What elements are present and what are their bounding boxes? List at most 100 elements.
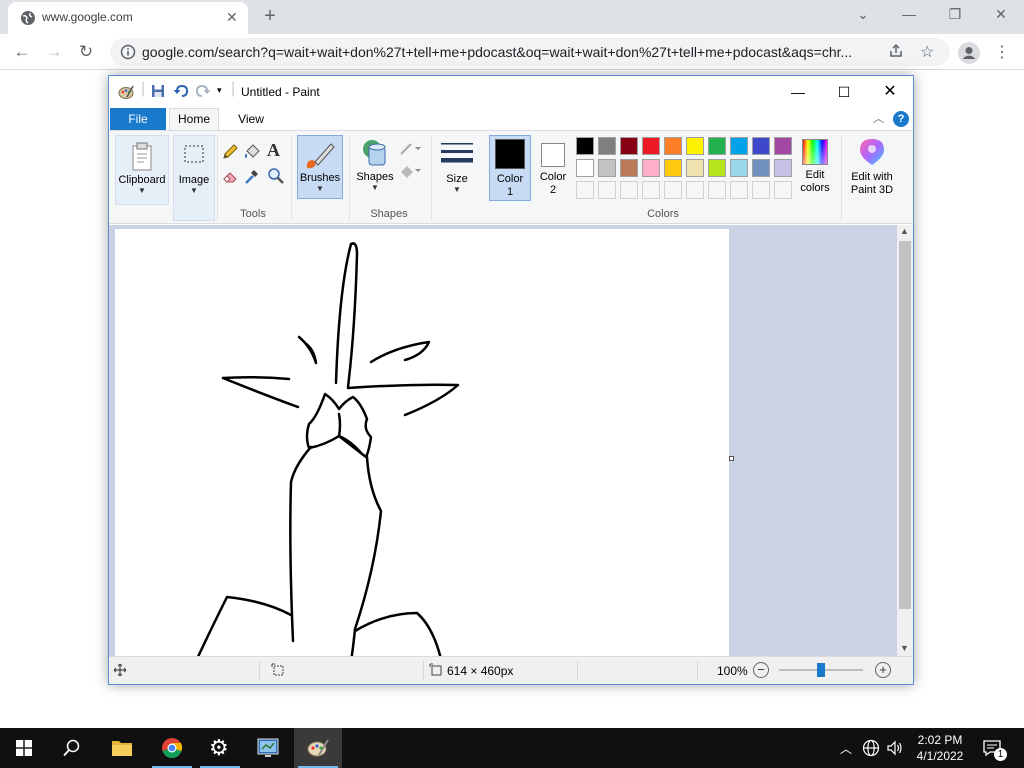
- palette-swatch[interactable]: [576, 137, 594, 155]
- search-button[interactable]: [48, 728, 96, 768]
- settings-taskbar-button[interactable]: ⚙: [196, 728, 244, 768]
- back-icon[interactable]: ←: [10, 41, 34, 65]
- drawing-canvas[interactable]: [115, 229, 729, 656]
- color1-button[interactable]: Color 1: [489, 135, 531, 201]
- palette-swatch[interactable]: [598, 137, 616, 155]
- fill-bucket-icon[interactable]: [243, 143, 261, 166]
- file-explorer-taskbar-button[interactable]: [98, 728, 146, 768]
- scrollbar-thumb[interactable]: [899, 241, 911, 609]
- custom-color-slot[interactable]: [774, 181, 792, 199]
- save-icon[interactable]: [151, 84, 165, 103]
- browser-tab[interactable]: www.google.com ✕: [8, 2, 248, 34]
- forward-icon[interactable]: →: [42, 41, 66, 65]
- scroll-up-icon[interactable]: ▲: [900, 226, 909, 236]
- system-clock[interactable]: 2:02 PM 4/1/2022: [910, 732, 970, 764]
- start-button[interactable]: [0, 728, 48, 768]
- size-button[interactable]: Size ▼: [437, 135, 477, 205]
- palette-swatch[interactable]: [730, 137, 748, 155]
- color2-button[interactable]: Color 2: [533, 135, 573, 201]
- canvas-resize-handle[interactable]: [729, 456, 734, 461]
- undo-icon[interactable]: [173, 84, 189, 103]
- window-title: Untitled - Paint: [241, 85, 320, 99]
- pencil-icon[interactable]: [221, 143, 239, 166]
- custom-color-slot[interactable]: [752, 181, 770, 199]
- palette-swatch[interactable]: [642, 137, 660, 155]
- collapse-ribbon-icon[interactable]: ︿: [873, 110, 884, 126]
- cursor-position-icon: [113, 663, 127, 680]
- zoom-slider-thumb[interactable]: [817, 663, 825, 677]
- redo-icon[interactable]: [195, 84, 211, 103]
- help-icon[interactable]: ?: [893, 111, 909, 127]
- image-button[interactable]: Image ▼: [173, 135, 215, 221]
- palette-swatch[interactable]: [576, 159, 594, 177]
- network-icon[interactable]: [862, 739, 880, 762]
- zoom-out-icon[interactable]: −: [753, 662, 769, 678]
- custom-color-slot[interactable]: [576, 181, 594, 199]
- vertical-scrollbar[interactable]: ▲ ▼: [897, 225, 913, 656]
- magnifier-icon[interactable]: [267, 167, 285, 190]
- tab-close-icon[interactable]: ✕: [226, 9, 238, 26]
- color-picker-icon[interactable]: [243, 167, 261, 190]
- custom-color-slot[interactable]: [598, 181, 616, 199]
- control-panel-taskbar-button[interactable]: [244, 728, 292, 768]
- fill-icon[interactable]: [399, 163, 421, 184]
- bookmark-star-icon[interactable]: ☆: [920, 42, 934, 62]
- paint-maximize-button[interactable]: ☐: [821, 78, 867, 106]
- palette-swatch[interactable]: [686, 159, 704, 177]
- paint3d-icon: [858, 137, 886, 167]
- palette-swatch[interactable]: [752, 159, 770, 177]
- chrome-taskbar-button[interactable]: [148, 728, 196, 768]
- palette-swatch[interactable]: [664, 137, 682, 155]
- outline-icon[interactable]: [399, 141, 421, 162]
- paint-taskbar-button[interactable]: [294, 728, 342, 768]
- palette-swatch[interactable]: [752, 137, 770, 155]
- custom-color-slot[interactable]: [730, 181, 748, 199]
- clipboard-button[interactable]: Clipboard ▼: [115, 135, 169, 205]
- volume-icon[interactable]: [886, 739, 904, 762]
- custom-color-slot[interactable]: [642, 181, 660, 199]
- custom-color-slot[interactable]: [686, 181, 704, 199]
- palette-swatch[interactable]: [774, 137, 792, 155]
- palette-swatch[interactable]: [708, 159, 726, 177]
- shapes-button[interactable]: Shapes ▼: [353, 135, 397, 205]
- profile-avatar-icon[interactable]: [958, 42, 980, 64]
- custom-color-slot[interactable]: [708, 181, 726, 199]
- tab-file[interactable]: File: [110, 108, 166, 130]
- text-icon[interactable]: A: [267, 140, 280, 161]
- eraser-icon[interactable]: [221, 167, 239, 190]
- custom-color-slot[interactable]: [620, 181, 638, 199]
- customize-toolbar-icon[interactable]: ▾: [217, 85, 222, 96]
- custom-color-slot[interactable]: [664, 181, 682, 199]
- new-tab-button[interactable]: +: [258, 5, 282, 29]
- palette-swatch[interactable]: [686, 137, 704, 155]
- share-icon[interactable]: [888, 43, 904, 64]
- palette-swatch[interactable]: [598, 159, 616, 177]
- scroll-down-icon[interactable]: ▼: [900, 643, 909, 653]
- paint-app-icon[interactable]: [118, 84, 134, 105]
- info-icon[interactable]: [120, 44, 136, 65]
- restore-button[interactable]: ❐: [932, 0, 978, 30]
- paint-minimize-button[interactable]: —: [775, 78, 821, 106]
- edit-with-paint3d-button[interactable]: Edit with Paint 3D: [845, 135, 899, 201]
- browser-menu-icon[interactable]: ⋮: [994, 42, 1010, 62]
- palette-swatch[interactable]: [642, 159, 660, 177]
- palette-swatch[interactable]: [620, 137, 638, 155]
- line-size-icon: [440, 139, 474, 173]
- address-bar[interactable]: google.com/search?q=wait+wait+don%27t+te…: [110, 38, 950, 66]
- reload-icon[interactable]: ↻: [74, 41, 98, 65]
- tab-home[interactable]: Home: [169, 108, 219, 130]
- tab-view[interactable]: View: [231, 108, 271, 130]
- zoom-in-icon[interactable]: +: [875, 662, 891, 678]
- brushes-button[interactable]: Brushes ▼: [297, 135, 343, 199]
- palette-swatch[interactable]: [708, 137, 726, 155]
- tab-search-icon[interactable]: ⌄: [840, 0, 886, 30]
- palette-swatch[interactable]: [774, 159, 792, 177]
- palette-swatch[interactable]: [664, 159, 682, 177]
- minimize-button[interactable]: —: [886, 0, 932, 30]
- palette-swatch[interactable]: [730, 159, 748, 177]
- palette-swatch[interactable]: [620, 159, 638, 177]
- show-hidden-icons-chevron-icon[interactable]: ︿: [840, 740, 852, 757]
- edit-colors-button[interactable]: Edit colors: [795, 135, 835, 201]
- close-button[interactable]: ✕: [978, 0, 1024, 30]
- paint-close-button[interactable]: ✕: [867, 78, 913, 106]
